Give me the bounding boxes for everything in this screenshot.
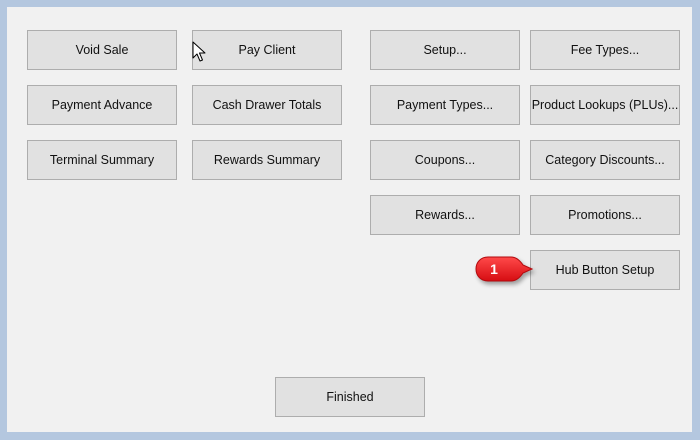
- finished-button[interactable]: Finished: [275, 377, 425, 417]
- cash-drawer-totals-button[interactable]: Cash Drawer Totals: [192, 85, 342, 125]
- payment-advance-button[interactable]: Payment Advance: [27, 85, 177, 125]
- rewards-summary-button[interactable]: Rewards Summary: [192, 140, 342, 180]
- pay-client-button[interactable]: Pay Client: [192, 30, 342, 70]
- step-callout: 1: [475, 256, 533, 282]
- terminal-summary-button[interactable]: Terminal Summary: [27, 140, 177, 180]
- category-discounts-button[interactable]: Category Discounts...: [530, 140, 680, 180]
- product-lookups-button[interactable]: Product Lookups (PLUs)...: [530, 85, 680, 125]
- hub-button-setup-button[interactable]: Hub Button Setup: [530, 250, 680, 290]
- mouse-pointer-icon: [192, 41, 206, 62]
- promotions-button[interactable]: Promotions...: [530, 195, 680, 235]
- pos-hub-window: Void Sale Pay Client Payment Advance Cas…: [7, 7, 692, 432]
- setup-button[interactable]: Setup...: [370, 30, 520, 70]
- payment-types-button[interactable]: Payment Types...: [370, 85, 520, 125]
- void-sale-button[interactable]: Void Sale: [27, 30, 177, 70]
- callout-number: 1: [490, 261, 498, 277]
- rewards-button[interactable]: Rewards...: [370, 195, 520, 235]
- fee-types-button[interactable]: Fee Types...: [530, 30, 680, 70]
- coupons-button[interactable]: Coupons...: [370, 140, 520, 180]
